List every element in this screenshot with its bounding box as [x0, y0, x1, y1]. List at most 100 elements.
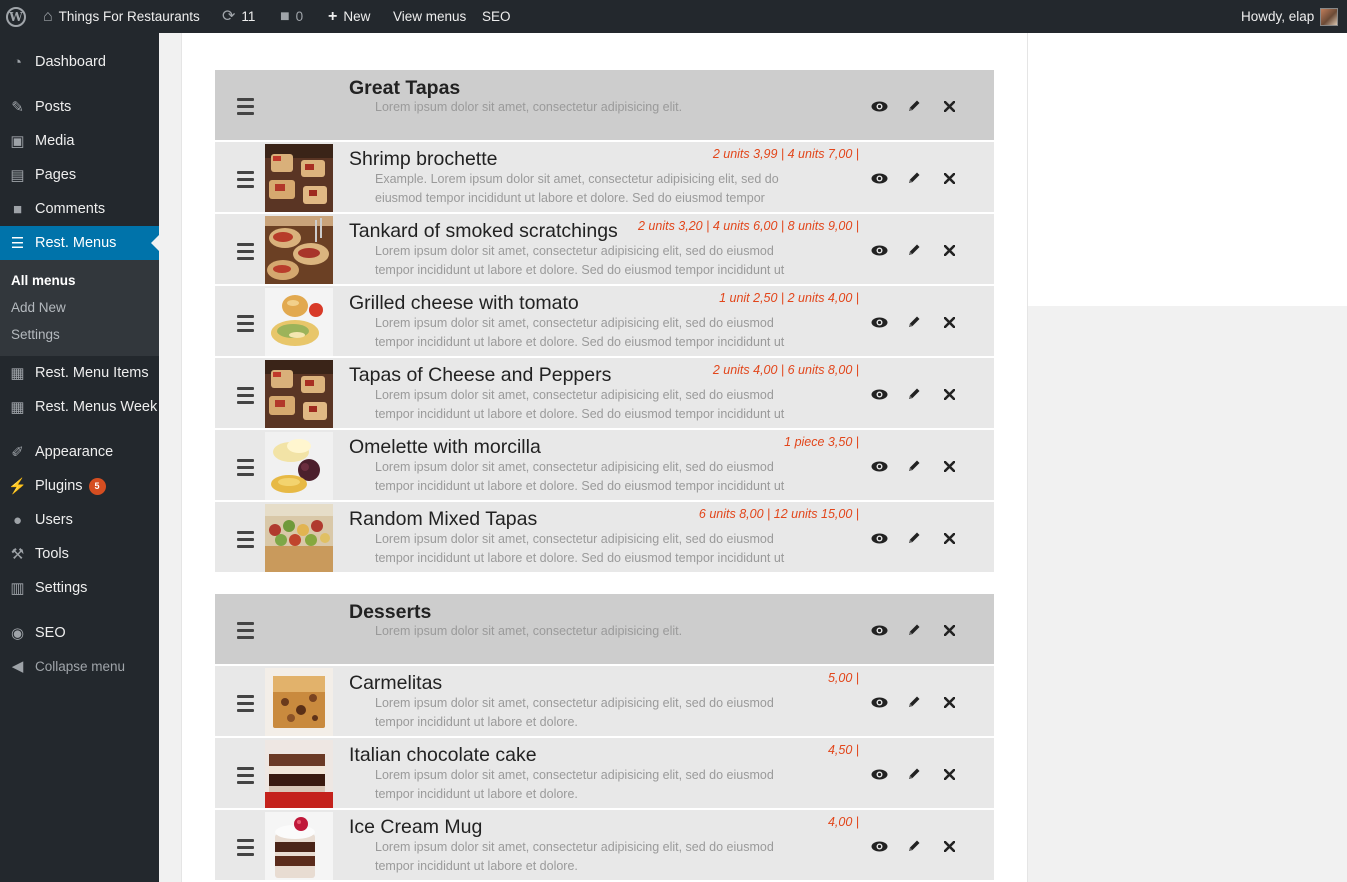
- view-eye-icon[interactable]: [870, 837, 888, 855]
- sidebar-item-label: Rest. Menus: [35, 235, 117, 251]
- comments-link[interactable]: ■ 0: [280, 0, 303, 33]
- delete-x-icon[interactable]: [940, 457, 958, 475]
- site-name-link[interactable]: ⌂ Things For Restaurants: [43, 0, 200, 33]
- sidebar-item-dashboard[interactable]: ◔ Dashboard: [0, 45, 159, 79]
- dish-thumbnail: [265, 216, 333, 284]
- sidebar-item-rest-menus[interactable]: ☰ Rest. Menus: [0, 226, 159, 260]
- updates-link[interactable]: ⟳ 11: [222, 0, 255, 33]
- edit-pencil-icon[interactable]: [905, 385, 923, 403]
- sidebar-item-comments[interactable]: ■ Comments: [0, 192, 159, 226]
- drag-handle-icon[interactable]: [237, 315, 254, 332]
- sidebar-item-users[interactable]: ● Users: [0, 503, 159, 537]
- pages-icon: ▤: [10, 167, 25, 184]
- sidebar-item-seo[interactable]: ◉ SEO: [0, 616, 159, 650]
- drag-handle-icon[interactable]: [237, 622, 254, 639]
- view-menus-link[interactable]: View menus: [393, 0, 466, 33]
- delete-x-icon[interactable]: [940, 837, 958, 855]
- edit-pencil-icon[interactable]: [905, 529, 923, 547]
- dish-description-line: tempor incididunt ut labore et dolore.: [375, 787, 578, 801]
- delete-x-icon[interactable]: [940, 385, 958, 403]
- dish-thumbnail: [265, 360, 333, 428]
- updates-icon: ⟳: [222, 7, 236, 25]
- edit-pencil-icon[interactable]: [905, 457, 923, 475]
- sidebar-item-posts[interactable]: ✎ Posts: [0, 90, 159, 124]
- menu-item-row: Tankard of smoked scratchings 2 units 3,…: [215, 214, 994, 284]
- wordpress-logo-icon[interactable]: W: [6, 0, 26, 33]
- view-eye-icon[interactable]: [870, 241, 888, 259]
- view-eye-icon[interactable]: [870, 169, 888, 187]
- view-eye-icon[interactable]: [870, 313, 888, 331]
- drag-handle-icon[interactable]: [237, 243, 254, 260]
- sidebar-item-plugins[interactable]: ⚡ Plugins 5: [0, 469, 159, 503]
- edit-pencil-icon[interactable]: [905, 169, 923, 187]
- seo-icon: ◉: [10, 625, 25, 642]
- drag-handle-icon[interactable]: [237, 531, 254, 548]
- delete-x-icon[interactable]: [940, 529, 958, 547]
- delete-x-icon[interactable]: [940, 765, 958, 783]
- submenu-all-menus[interactable]: All menus: [11, 273, 76, 288]
- collapse-menu-button[interactable]: ◀ Collapse menu: [0, 649, 159, 683]
- submenu-add-new[interactable]: Add New: [11, 300, 66, 315]
- view-eye-icon[interactable]: [870, 765, 888, 783]
- site-name: Things For Restaurants: [58, 9, 200, 24]
- dish-title: Random Mixed Tapas: [349, 508, 538, 530]
- dish-title: Ice Cream Mug: [349, 816, 483, 838]
- edit-pencil-icon[interactable]: [905, 765, 923, 783]
- delete-x-icon[interactable]: [940, 97, 958, 115]
- dish-description-line: tempor incididunt ut labore et dolore. S…: [375, 479, 785, 493]
- dish-description-line: Example. Lorem ipsum dolor sit amet, con…: [375, 172, 779, 186]
- edit-pencil-icon[interactable]: [905, 837, 923, 855]
- drag-handle-icon[interactable]: [237, 171, 254, 188]
- menu-item-row: Italian chocolate cake 4,50 | Lorem ipsu…: [215, 738, 994, 808]
- sidebar-item-settings[interactable]: ▥ Settings: [0, 571, 159, 605]
- comment-icon: ■: [12, 200, 23, 218]
- sidebar-item-label: Rest. Menus Week: [35, 399, 158, 415]
- account-menu[interactable]: Howdy, elap: [1241, 0, 1339, 33]
- dish-description-line: Lorem ipsum dolor sit amet, consectetur …: [375, 244, 774, 258]
- sidebar-item-tools[interactable]: ⚒ Tools: [0, 537, 159, 571]
- delete-x-icon[interactable]: [940, 693, 958, 711]
- drag-handle-icon[interactable]: [237, 459, 254, 476]
- edit-pencil-icon[interactable]: [905, 621, 923, 639]
- edit-pencil-icon[interactable]: [905, 313, 923, 331]
- drag-handle-icon[interactable]: [237, 767, 254, 784]
- dish-prices: 1 piece 3,50 |: [784, 435, 859, 449]
- view-eye-icon[interactable]: [870, 457, 888, 475]
- plus-icon: +: [328, 7, 338, 25]
- sidebar-item-appearance[interactable]: ✐ Appearance: [0, 435, 159, 469]
- edit-pencil-icon[interactable]: [905, 97, 923, 115]
- collapse-menu-label: Collapse menu: [35, 658, 126, 674]
- menu-item-row: Shrimp brochette 2 units 3,99 | 4 units …: [215, 142, 994, 212]
- sidebar-item-pages[interactable]: ▤ Pages: [0, 158, 159, 192]
- view-eye-icon[interactable]: [870, 693, 888, 711]
- dish-title: Tapas of Cheese and Peppers: [349, 364, 612, 386]
- seo-link[interactable]: SEO: [482, 0, 511, 33]
- sidebar-item-media[interactable]: ▣ Media: [0, 124, 159, 158]
- new-content-link[interactable]: + New: [328, 0, 370, 33]
- submenu-settings[interactable]: Settings: [11, 327, 60, 342]
- delete-x-icon[interactable]: [940, 241, 958, 259]
- settings-icon: ▥: [10, 580, 25, 597]
- edit-pencil-icon[interactable]: [905, 693, 923, 711]
- delete-x-icon[interactable]: [940, 169, 958, 187]
- sidebar-item-rest-menus-week[interactable]: ▦ Rest. Menus Week: [0, 390, 159, 424]
- dish-title: Carmelitas: [349, 672, 443, 694]
- delete-x-icon[interactable]: [940, 313, 958, 331]
- dashboard-icon: ◔: [12, 53, 23, 71]
- edit-pencil-icon[interactable]: [905, 241, 923, 259]
- view-eye-icon[interactable]: [870, 621, 888, 639]
- dish-prices: 1 unit 2,50 | 2 units 4,00 |: [719, 291, 859, 305]
- drag-handle-icon[interactable]: [237, 98, 254, 115]
- delete-x-icon[interactable]: [940, 621, 958, 639]
- drag-handle-icon[interactable]: [237, 387, 254, 404]
- drag-handle-icon[interactable]: [237, 695, 254, 712]
- comments-count: 0: [295, 9, 304, 24]
- view-eye-icon[interactable]: [870, 97, 888, 115]
- sidebar-item-rest-menu-items[interactable]: ▦ Rest. Menu Items: [0, 356, 159, 390]
- drag-handle-icon[interactable]: [237, 839, 254, 856]
- plug-icon: ⚡: [8, 478, 27, 495]
- view-eye-icon[interactable]: [870, 529, 888, 547]
- dish-description-line: tempor incididunt ut labore et dolore. S…: [375, 335, 785, 349]
- view-eye-icon[interactable]: [870, 385, 888, 403]
- dish-prices: 5,00 |: [827, 671, 859, 685]
